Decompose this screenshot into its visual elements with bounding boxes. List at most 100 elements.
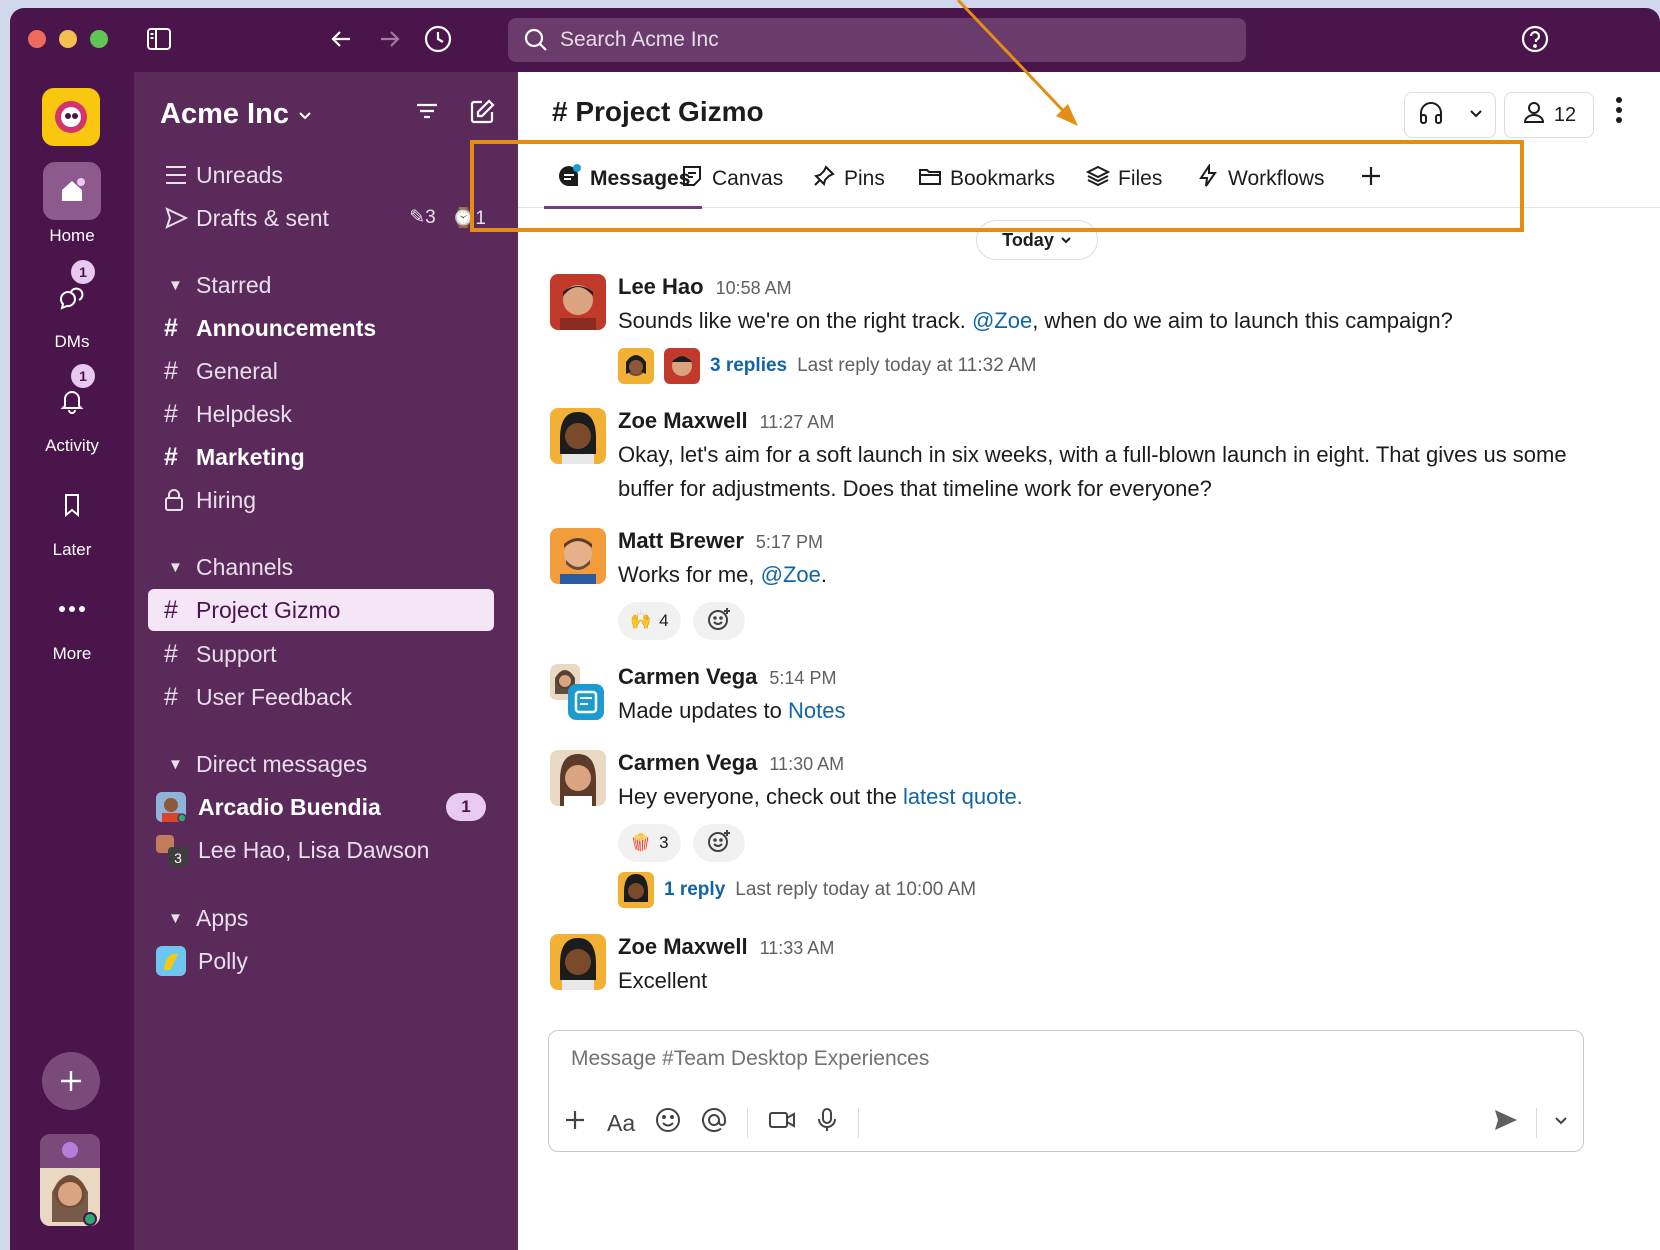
mention-link[interactable]: @Zoe <box>972 308 1032 333</box>
mention-icon[interactable] <box>701 1107 727 1139</box>
message-author[interactable]: Carmen Vega <box>618 750 757 775</box>
huddle-button[interactable] <box>1404 92 1496 138</box>
rail-home[interactable]: Home <box>10 162 134 246</box>
rail-later[interactable]: Later <box>10 476 134 560</box>
user-avatar[interactable] <box>40 1134 100 1226</box>
microphone-icon[interactable] <box>816 1107 838 1139</box>
emoji-icon[interactable] <box>655 1107 681 1139</box>
avatar[interactable] <box>550 274 606 330</box>
avatar[interactable] <box>550 408 606 464</box>
reaction-pill[interactable]: 🙌 4 <box>618 602 681 640</box>
message-time[interactable]: 5:17 PM <box>756 532 823 552</box>
dm-arcadio-buendia[interactable]: Arcadio Buendia 1 <box>156 786 486 828</box>
channel-announcements[interactable]: # Announcements <box>156 307 486 349</box>
reaction-pill[interactable]: 🍿 3 <box>618 824 681 862</box>
section-channels[interactable]: ▼ Channels <box>156 546 486 588</box>
sidebar-unreads[interactable]: Unreads <box>156 154 486 196</box>
chevron-down-icon[interactable] <box>1553 1112 1569 1133</box>
add-reaction-button[interactable] <box>692 824 745 862</box>
minimize-window-button[interactable] <box>59 30 77 48</box>
section-direct-messages[interactable]: ▼ Direct messages <box>156 743 486 785</box>
maximize-window-button[interactable] <box>90 30 108 48</box>
rail-dms[interactable]: 1 DMs <box>10 260 134 352</box>
thread-summary[interactable]: 1 reply Last reply today at 10:00 AM <box>618 872 1620 908</box>
message-composer[interactable]: Message #Team Desktop Experiences Aa <box>548 1030 1584 1152</box>
day-divider[interactable]: Today <box>976 220 1098 260</box>
help-icon[interactable] <box>1518 22 1552 56</box>
tab-workflows[interactable]: Workflows <box>1196 150 1324 208</box>
section-apps[interactable]: ▼ Apps <box>156 897 486 939</box>
members-button[interactable]: 12 <box>1504 92 1594 138</box>
replies-link[interactable]: 3 replies <box>710 355 787 377</box>
message-time[interactable]: 11:27 AM <box>760 412 835 432</box>
reaction-count: 4 <box>659 611 669 630</box>
dm-group[interactable]: 3 Lee Hao, Lisa Dawson <box>156 829 486 871</box>
thread-summary[interactable]: 3 replies Last reply today at 11:32 AM <box>618 348 1620 384</box>
avatar[interactable] <box>550 528 606 584</box>
channel-user-feedback[interactable]: # User Feedback <box>156 676 486 718</box>
channel-hiring[interactable]: Hiring <box>156 479 486 521</box>
message-time[interactable]: 5:14 PM <box>769 668 836 688</box>
avatar[interactable] <box>550 664 606 720</box>
back-arrow-icon[interactable] <box>324 22 358 56</box>
message-time[interactable]: 11:30 AM <box>769 754 844 774</box>
message-time[interactable]: 11:33 AM <box>760 938 835 958</box>
channel-general[interactable]: # General <box>156 350 486 392</box>
forward-arrow-icon[interactable] <box>373 22 407 56</box>
filter-icon[interactable] <box>414 98 440 131</box>
compose-icon[interactable] <box>468 98 496 131</box>
add-reaction-button[interactable] <box>692 602 745 640</box>
tab-bookmarks[interactable]: Bookmarks <box>918 150 1055 208</box>
channel-helpdesk[interactable]: # Helpdesk <box>156 393 486 435</box>
video-icon[interactable] <box>768 1108 796 1138</box>
mention-link[interactable]: @Zoe <box>761 562 821 587</box>
hash-icon: # <box>164 442 178 471</box>
tab-label: Files <box>1118 167 1163 190</box>
avatar <box>156 792 187 823</box>
channel-title[interactable]: # Project Gizmo <box>552 96 764 128</box>
section-starred[interactable]: ▼ Starred <box>156 264 486 306</box>
message-author[interactable]: Carmen Vega <box>618 664 757 689</box>
history-clock-icon[interactable] <box>421 22 455 56</box>
canvas-link[interactable]: Notes <box>788 698 845 723</box>
add-workspace-button[interactable] <box>42 1052 100 1110</box>
tab-canvas[interactable]: Canvas <box>680 150 783 208</box>
rail-more[interactable]: More <box>10 580 134 664</box>
rail-activity[interactable]: 1 Activity <box>10 364 134 456</box>
message-author[interactable]: Lee Hao <box>618 274 704 299</box>
tab-label: Canvas <box>712 167 784 190</box>
message-author[interactable]: Zoe Maxwell <box>618 408 748 433</box>
search-bar[interactable]: Search Acme Inc <box>508 18 1246 62</box>
tab-files[interactable]: Files <box>1085 150 1163 208</box>
more-vertical-icon[interactable] <box>1614 96 1624 131</box>
send-icon[interactable] <box>1492 1106 1520 1139</box>
replies-link[interactable]: 1 reply <box>664 879 725 901</box>
tab-pins[interactable]: Pins <box>812 150 885 208</box>
quote-link[interactable]: latest quote. <box>903 784 1023 809</box>
chevron-down-icon <box>1060 230 1072 251</box>
format-text-button[interactable]: Aa <box>607 1110 635 1137</box>
workspace-logo[interactable] <box>42 88 100 146</box>
composer-input[interactable]: Message #Team Desktop Experiences <box>571 1047 929 1071</box>
avatar[interactable] <box>550 934 606 990</box>
message-author[interactable]: Zoe Maxwell <box>618 934 748 959</box>
channel-marketing[interactable]: # Marketing <box>156 436 486 478</box>
rail-more-label: More <box>52 644 92 663</box>
tab-messages[interactable]: Messages <box>543 150 703 209</box>
message-time[interactable]: 10:58 AM <box>716 278 792 298</box>
close-window-button[interactable] <box>28 30 46 48</box>
channel-project-gizmo[interactable]: # Project Gizmo <box>148 589 494 631</box>
add-tab-button[interactable] <box>1360 150 1382 208</box>
chevron-down-icon <box>297 98 313 131</box>
channel-support[interactable]: # Support <box>156 633 486 675</box>
avatar[interactable] <box>550 750 606 806</box>
plus-icon[interactable] <box>563 1108 587 1138</box>
sidebar-toggle-icon[interactable] <box>142 22 176 56</box>
dms-badge: 1 <box>71 260 95 284</box>
rail-dms-label: DMs <box>54 332 90 351</box>
toolbar-divider <box>1536 1107 1537 1138</box>
sidebar-drafts[interactable]: Drafts & sent ✎3 ⌚1 <box>156 197 486 239</box>
app-polly[interactable]: Polly <box>156 940 486 982</box>
message-author[interactable]: Matt Brewer <box>618 528 744 553</box>
workspace-menu[interactable]: Acme Inc <box>160 98 313 131</box>
